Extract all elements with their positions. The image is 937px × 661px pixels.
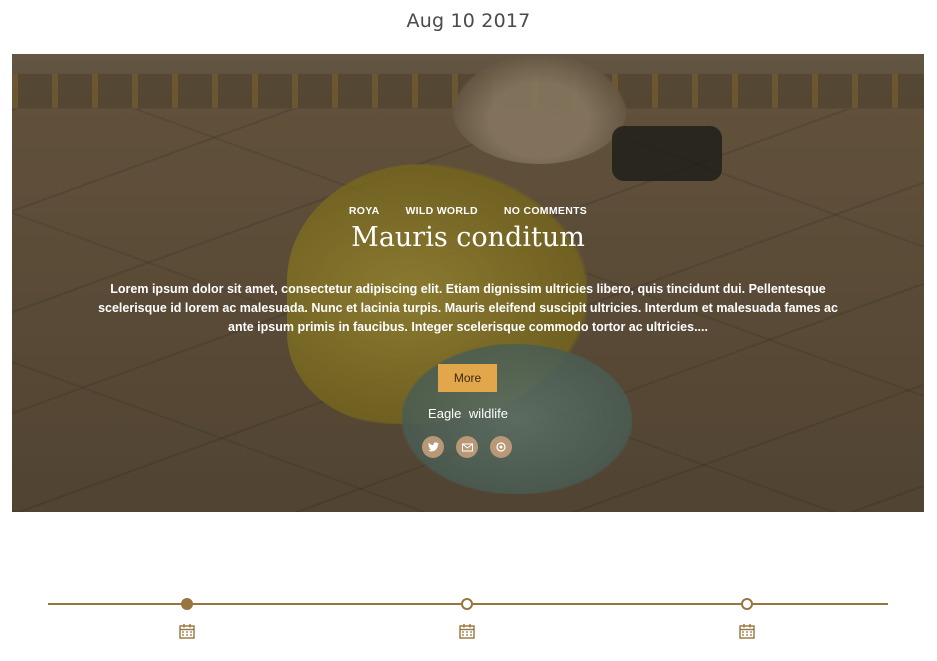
calendar-icon	[739, 624, 755, 639]
post-comments-link[interactable]: NO COMMENTS	[504, 205, 587, 217]
timeline-node[interactable]	[461, 598, 473, 610]
featured-image: ROYA WILD WORLD NO COMMENTS Mauris condi…	[12, 54, 924, 512]
post-date: Aug 10 2017	[406, 10, 531, 32]
post-category-link[interactable]: WILD WORLD	[405, 205, 477, 217]
post-tags: Eagle wildlife	[12, 406, 924, 421]
twitter-icon[interactable]	[422, 436, 444, 458]
tag-link[interactable]: wildlife	[469, 406, 508, 421]
post-excerpt: Lorem ipsum dolor sit amet, consectetur …	[98, 282, 838, 334]
share-icons	[422, 436, 514, 458]
more-button[interactable]: More	[438, 364, 497, 392]
post-meta: ROYA WILD WORLD NO COMMENTS	[12, 205, 924, 217]
calendar-icon	[459, 624, 475, 639]
pinterest-icon[interactable]	[490, 436, 512, 458]
calendar-icon	[179, 624, 195, 639]
tag-link[interactable]: Eagle	[428, 406, 461, 421]
timeline-node[interactable]	[741, 598, 753, 610]
post-title[interactable]: Mauris conditum	[12, 222, 924, 253]
timeline-node-active[interactable]	[181, 598, 193, 610]
post-author-link[interactable]: ROYA	[349, 205, 380, 217]
email-icon[interactable]	[456, 436, 478, 458]
